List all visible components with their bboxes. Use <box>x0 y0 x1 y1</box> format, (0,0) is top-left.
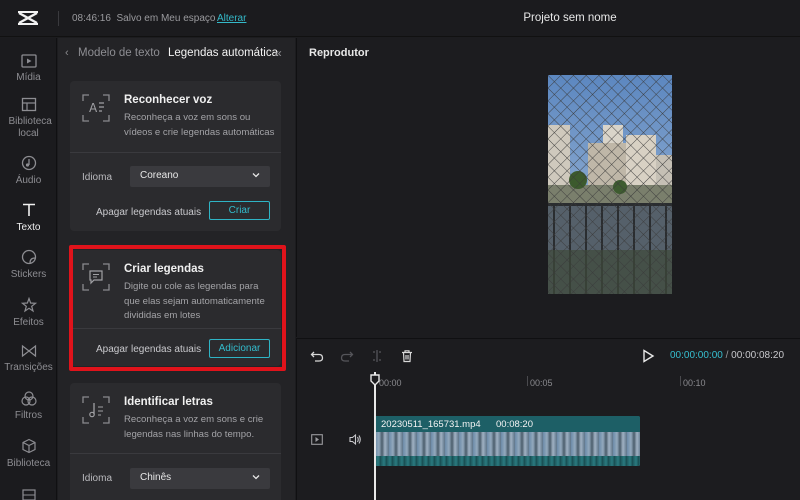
tick-mark <box>527 376 528 386</box>
redo-icon[interactable] <box>340 349 354 363</box>
clip-duration: 00:08:20 <box>496 419 533 430</box>
library-icon <box>21 438 36 454</box>
card-title: Identificar letras <box>124 396 213 408</box>
tab-text-template[interactable]: Modelo de texto <box>78 47 160 59</box>
tick-mark <box>680 376 681 386</box>
tick-label: 00:10 <box>683 378 706 388</box>
rail-item-local-library[interactable]: Biblioteca local <box>0 97 57 140</box>
highlight-box <box>69 245 286 371</box>
divider <box>70 453 281 454</box>
media-icon <box>20 54 37 68</box>
play-icon[interactable] <box>641 349 655 363</box>
undo-icon[interactable] <box>310 349 324 363</box>
change-location-link[interactable]: Alterar <box>217 13 246 24</box>
clip-thumbnails <box>375 432 640 466</box>
player-title: Reprodutor <box>309 47 369 59</box>
tab-auto-captions[interactable]: Legendas automática <box>168 47 278 59</box>
save-status: 08:46:16 Salvo em Meu espaço <box>72 13 216 24</box>
grid-icon <box>21 489 36 500</box>
stickers-icon <box>21 249 36 265</box>
divider <box>58 11 59 26</box>
rail-item-more[interactable] <box>0 489 57 500</box>
card-description: Reconheça a voz em sons e crie legendas … <box>124 414 264 440</box>
rail-item-text[interactable]: Texto <box>0 202 57 234</box>
speech-to-text-icon: A <box>82 94 110 122</box>
track-header <box>297 417 372 467</box>
effects-icon <box>20 297 37 313</box>
clear-captions-label[interactable]: Apagar legendas atuais <box>96 207 201 218</box>
audio-icon <box>21 155 36 171</box>
tick-label: 00:05 <box>530 378 553 388</box>
rail-item-filters[interactable]: Filtros <box>0 391 57 422</box>
rail-item-stickers[interactable]: Stickers <box>0 249 57 281</box>
playhead[interactable] <box>374 372 376 500</box>
filters-icon <box>20 391 37 406</box>
rail-item-transitions[interactable]: Transições <box>0 344 57 374</box>
svg-text:A: A <box>89 101 98 115</box>
current-time: 00:00:00:00 <box>670 350 723 361</box>
language-label: Idioma <box>82 473 113 484</box>
identify-lyrics-card: Identificar letras Reconheça a voz em so… <box>70 383 281 500</box>
playhead-handle-icon[interactable] <box>370 374 380 386</box>
total-time: 00:00:08:20 <box>731 350 784 361</box>
library-local-icon <box>21 97 36 112</box>
timeline[interactable]: 00:00 00:05 00:10 20230511_165731.mp4 00… <box>296 372 800 500</box>
rail-item-media[interactable]: Mídia <box>0 54 57 84</box>
card-title: Reconhecer voz <box>124 94 213 106</box>
recognize-voice-card: A Reconhecer voz Reconheça a voz em sons… <box>70 81 281 231</box>
top-bar: 08:46:16 Salvo em Meu espaço Alterar Pro… <box>0 0 800 37</box>
chevron-down-icon <box>252 475 260 480</box>
rail-item-effects[interactable]: Efeitos <box>0 297 57 329</box>
chevron-down-icon <box>252 173 260 178</box>
video-clip[interactable]: 20230511_165731.mp4 00:08:20 <box>375 416 640 466</box>
collapse-panel-icon[interactable]: « <box>275 46 282 60</box>
left-rail: Mídia Biblioteca local Áudio Texto Stick… <box>0 38 57 500</box>
text-icon <box>22 203 35 216</box>
lyrics-icon <box>82 396 110 424</box>
volume-icon[interactable] <box>349 433 362 446</box>
transitions-icon <box>21 344 36 358</box>
card-description: Reconheça a voz em sons ou vídeos e crie… <box>124 112 275 138</box>
rail-item-audio[interactable]: Áudio <box>0 155 57 187</box>
panel-tabs: ‹ Modelo de texto Legendas automática « <box>58 38 295 68</box>
video-track-icon[interactable] <box>311 434 323 445</box>
rail-item-library[interactable]: Biblioteca <box>0 438 57 470</box>
delete-icon[interactable] <box>400 349 414 363</box>
clip-filename: 20230511_165731.mp4 <box>381 419 481 430</box>
divider <box>70 152 281 153</box>
video-frame-image <box>548 75 672 294</box>
project-title[interactable]: Projeto sem nome <box>500 12 640 24</box>
timecode-separator: / <box>725 350 729 361</box>
language-select[interactable]: Chinês <box>130 468 270 489</box>
tick-label: 00:00 <box>379 378 402 388</box>
clip-thumbnail-strip <box>375 456 640 466</box>
timecode: 00:00:00:00 / 00:00:08:20 <box>670 350 784 361</box>
video-preview[interactable] <box>548 75 672 294</box>
create-button[interactable]: Criar <box>209 201 270 220</box>
chevron-left-icon[interactable]: ‹ <box>65 47 69 59</box>
language-select[interactable]: Coreano <box>130 166 270 187</box>
player: Reprodutor <box>296 38 800 337</box>
language-label: Idioma <box>82 172 113 183</box>
clip-header: 20230511_165731.mp4 00:08:20 <box>375 416 640 432</box>
split-icon[interactable] <box>370 349 384 363</box>
timeline-toolbar: 00:00:00:00 / 00:00:08:20 <box>296 338 800 372</box>
capcut-logo-icon[interactable] <box>17 9 39 27</box>
